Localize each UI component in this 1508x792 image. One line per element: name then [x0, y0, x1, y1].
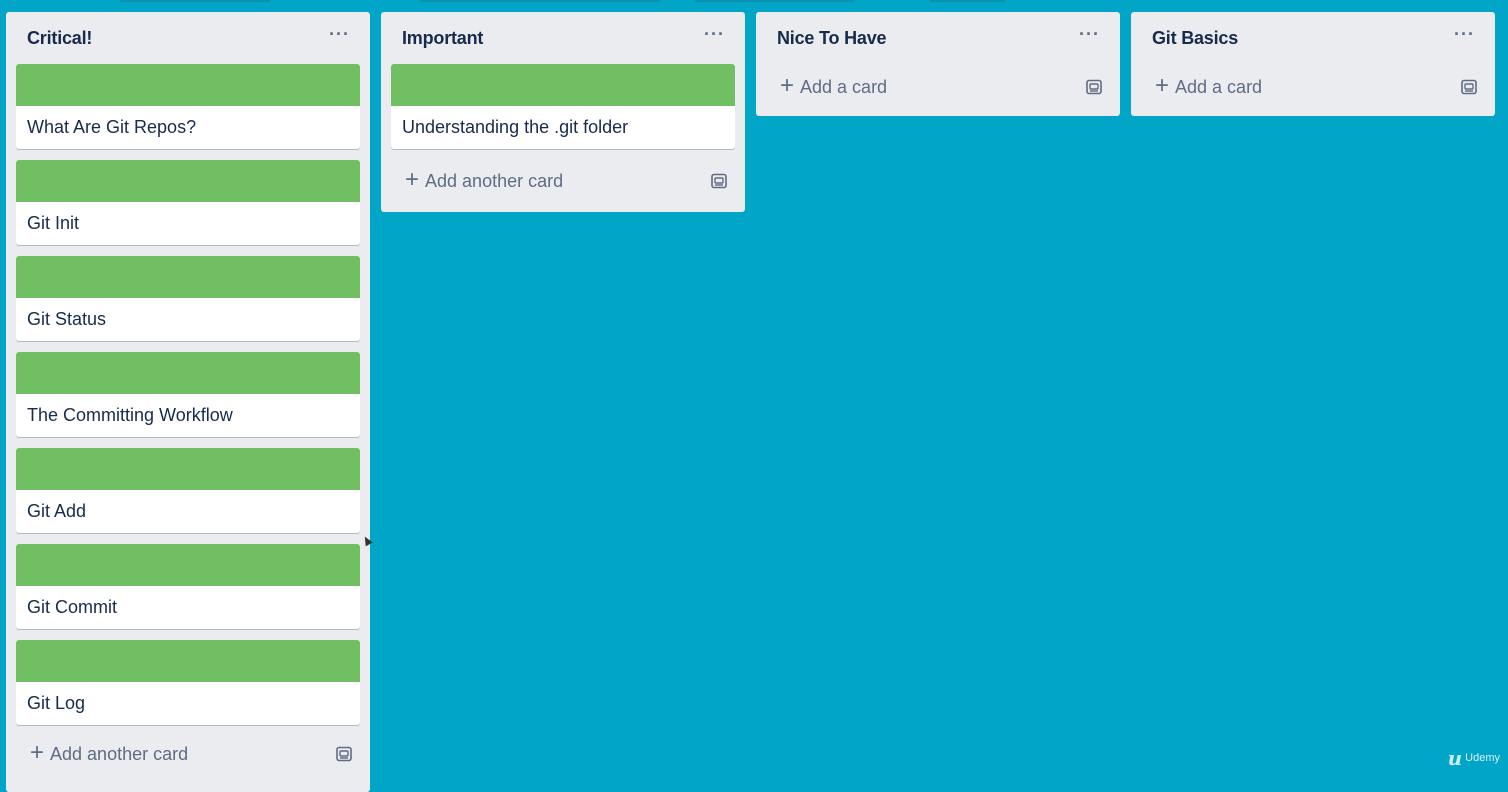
card-title: What Are Git Repos? — [27, 117, 197, 137]
card-label-green[interactable] — [16, 352, 360, 394]
card-label-green[interactable] — [391, 64, 735, 106]
add-card-label: Add another card — [425, 170, 564, 191]
more-horizontal-icon[interactable]: ··· — [325, 25, 354, 51]
card-label-green[interactable] — [16, 160, 360, 202]
more-horizontal-icon[interactable]: ··· — [1075, 25, 1104, 51]
list-git-basics: Git Basics ··· + Add a card — [1131, 12, 1495, 116]
list-title[interactable]: Git Basics — [1152, 28, 1238, 49]
list-title[interactable]: Critical! — [27, 28, 92, 49]
card[interactable]: Git Log — [16, 640, 360, 725]
card-title: Understanding the .git folder — [402, 117, 629, 137]
add-card-label: Add another card — [50, 743, 189, 764]
top-strip — [0, 0, 1508, 2]
add-card-label: Add a card — [800, 76, 888, 97]
card[interactable]: Git Add — [16, 448, 360, 533]
card[interactable]: Git Status — [16, 256, 360, 341]
add-card-button[interactable]: + Add a card — [780, 72, 888, 99]
list-header: Important ··· — [391, 12, 735, 64]
list-nice-to-have: Nice To Have ··· + Add a card — [756, 12, 1120, 116]
card-label-green[interactable] — [16, 544, 360, 586]
card-template-icon[interactable] — [334, 744, 354, 764]
list-title[interactable]: Important — [402, 28, 483, 49]
list-header: Nice To Have ··· — [766, 12, 1110, 64]
list-footer: + Add another card — [16, 731, 360, 777]
card-label-green[interactable] — [16, 256, 360, 298]
udemy-watermark: u Udemy — [1448, 746, 1500, 770]
card[interactable]: Git Init — [16, 160, 360, 245]
list-title[interactable]: Nice To Have — [777, 28, 887, 49]
card-label-green[interactable] — [16, 640, 360, 682]
list-footer: + Add a card — [1141, 64, 1485, 110]
plus-icon: + — [780, 72, 795, 99]
list-header: Git Basics ··· — [1141, 12, 1485, 64]
list-header: Critical! ··· — [16, 12, 360, 64]
plus-icon: + — [405, 166, 420, 193]
card-template-icon[interactable] — [1459, 77, 1479, 97]
plus-icon: + — [1155, 72, 1170, 99]
add-card-button[interactable]: + Add another card — [30, 739, 189, 766]
card-label-green[interactable] — [16, 448, 360, 490]
top-tab — [420, 0, 660, 2]
card[interactable]: Understanding the .git folder — [391, 64, 735, 149]
card-title: Git Status — [27, 309, 107, 329]
card-title: Git Add — [27, 501, 87, 521]
card-label-green[interactable] — [16, 64, 360, 106]
card[interactable]: What Are Git Repos? — [16, 64, 360, 149]
more-horizontal-icon[interactable]: ··· — [1450, 25, 1479, 51]
card[interactable]: The Committing Workflow — [16, 352, 360, 437]
top-tab — [120, 0, 270, 2]
list-footer: + Add another card — [391, 158, 735, 204]
more-horizontal-icon[interactable]: ··· — [700, 25, 729, 51]
add-card-button[interactable]: + Add a card — [1155, 72, 1263, 99]
add-card-button[interactable]: + Add another card — [405, 166, 564, 193]
card-template-icon[interactable] — [1084, 77, 1104, 97]
add-card-label: Add a card — [1175, 76, 1263, 97]
card-title: Git Init — [27, 213, 80, 233]
card-title: Git Commit — [27, 597, 117, 617]
udemy-text: Udemy — [1465, 752, 1500, 764]
card-title: Git Log — [27, 693, 86, 713]
card-title: The Committing Workflow — [27, 405, 233, 425]
top-tab — [695, 0, 855, 2]
top-tab — [930, 0, 1005, 2]
card[interactable]: Git Commit — [16, 544, 360, 629]
list-important: Important ··· Understanding the .git fol… — [381, 12, 745, 212]
plus-icon: + — [30, 739, 45, 766]
card-template-icon[interactable] — [709, 171, 729, 191]
udemy-logo-icon: u — [1447, 746, 1463, 770]
list-critical: Critical! ··· What Are Git Repos? Git In… — [6, 12, 370, 792]
list-footer: + Add a card — [766, 64, 1110, 110]
